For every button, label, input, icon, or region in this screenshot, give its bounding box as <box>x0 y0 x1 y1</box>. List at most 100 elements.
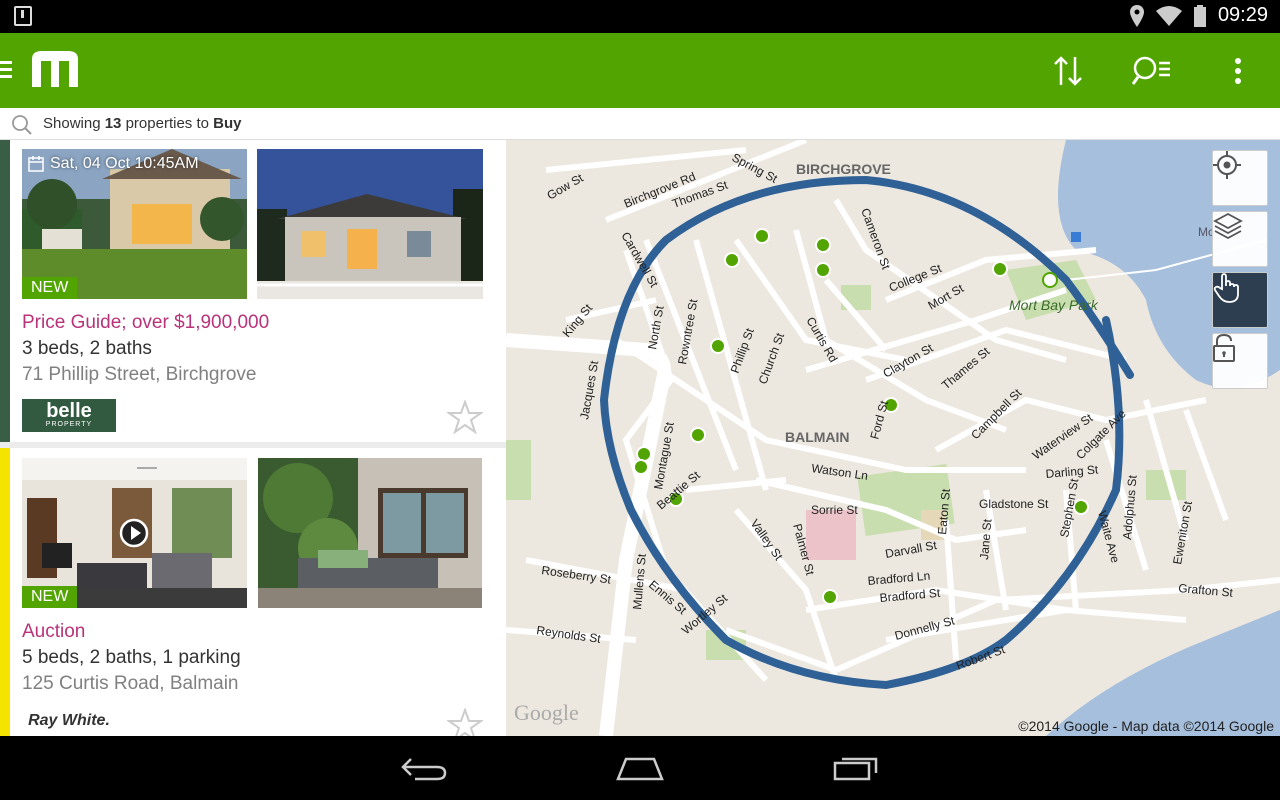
property-marker <box>822 589 838 605</box>
map-label: Waite Ave <box>1095 509 1122 564</box>
download-notification-icon <box>14 6 32 26</box>
location-icon <box>1129 4 1144 27</box>
listing-photo-secondary[interactable] <box>257 149 483 299</box>
agency-name: Ray White. <box>28 712 110 729</box>
listing-address: 125 Curtis Road, Balmain <box>22 673 239 694</box>
property-marker <box>815 262 831 278</box>
map-label: Eaton St <box>935 488 953 536</box>
park-pin-icon <box>1042 272 1058 288</box>
map-label: Phillip St <box>728 326 757 375</box>
listing-pane[interactable]: Sat, 04 Oct 10:45AM NEW Price Guide; ove… <box>0 140 506 736</box>
listing-card[interactable]: Sat, 04 Oct 10:45AM NEW Price Guide; ove… <box>0 140 506 442</box>
search-icon <box>12 115 32 135</box>
map-view[interactable]: BIRCHGROVE BALMAIN Mort Bay Park Mort Go… <box>506 140 1280 736</box>
map-label: Darling St <box>1045 462 1099 481</box>
overflow-menu-icon <box>1235 58 1241 84</box>
property-marker <box>992 261 1008 277</box>
map-label: Jane St <box>977 518 995 560</box>
listing-photo[interactable]: NEW <box>22 458 247 608</box>
favorite-star-icon[interactable] <box>447 400 483 434</box>
map-label: King St <box>560 301 596 340</box>
map-label: Donnelly St <box>893 613 957 643</box>
home-button[interactable] <box>610 750 670 786</box>
map-label: Bradford St <box>879 586 941 605</box>
my-location-button[interactable] <box>1212 150 1268 206</box>
layers-icon <box>1213 212 1243 240</box>
agency-logo: Ray White. <box>22 706 116 736</box>
my-location-icon <box>1213 151 1241 179</box>
property-marker <box>636 446 652 462</box>
menu-icon[interactable] <box>0 61 12 82</box>
map-label: Darvall St <box>884 538 938 561</box>
listing-photo[interactable]: Sat, 04 Oct 10:45AM NEW <box>22 149 247 299</box>
listing-accent-bar <box>0 140 10 442</box>
app-logo <box>32 51 78 87</box>
map-label: Watson Ln <box>811 461 869 483</box>
results-count: 13 <box>104 115 122 132</box>
filter-icon <box>1132 56 1170 85</box>
map-label: Robert St <box>954 642 1007 673</box>
listing-accent-bar <box>0 448 10 736</box>
clock: 09:29 <box>1217 4 1268 26</box>
property-marker <box>815 237 831 253</box>
school-area <box>806 510 856 560</box>
map-label: Reynolds St <box>536 623 603 646</box>
listing-card[interactable]: NEW Auction 5 beds, 2 baths, 1 parking 1… <box>0 448 506 736</box>
system-nav-bar <box>0 736 1280 800</box>
unlock-icon <box>1213 334 1235 362</box>
status-bar: 09:29 <box>0 0 1280 33</box>
play-video-icon[interactable] <box>119 518 149 548</box>
map-label: Sorrie St <box>811 503 858 517</box>
map-label: Ford St <box>867 399 891 441</box>
summary-prefix: Showing <box>43 115 101 132</box>
map-label: Jacques St <box>577 359 601 421</box>
property-marker <box>724 252 740 268</box>
agency-logo: belle PROPERTY <box>22 399 116 432</box>
property-marker <box>633 459 649 475</box>
agency-name: belle <box>46 400 92 422</box>
back-icon <box>401 758 447 781</box>
map-label: Church St <box>756 330 788 386</box>
map-label: Eweniton St <box>1170 499 1195 565</box>
map-label: Bradford Ln <box>867 569 931 588</box>
calendar-icon <box>28 156 44 172</box>
map-label: Campbell St <box>968 386 1025 443</box>
results-summary-bar[interactable]: Showing 13 properties to Buy <box>0 108 1280 140</box>
overflow-menu-button[interactable] <box>1216 49 1260 93</box>
favorite-star-icon[interactable] <box>447 708 483 736</box>
map-copyright: ©2014 Google - Map data ©2014 Google <box>1018 718 1274 734</box>
map-label: BIRCHGROVE <box>796 161 891 177</box>
agency-subname: PROPERTY <box>45 421 93 428</box>
listing-photo-secondary[interactable] <box>258 458 482 608</box>
draw-area-button[interactable] <box>1212 272 1268 328</box>
new-badge: NEW <box>22 586 78 608</box>
sort-icon <box>1054 56 1082 86</box>
listing-address: 71 Phillip Street, Birchgrove <box>22 364 257 385</box>
wifi-icon <box>1155 5 1182 26</box>
ferry-icon <box>1071 232 1081 242</box>
search-mode: Buy <box>213 115 242 132</box>
recent-apps-icon <box>833 757 878 781</box>
inspection-time: Sat, 04 Oct 10:45AM <box>28 155 199 173</box>
map-label: Gow St <box>545 170 587 202</box>
listing-specs: 5 beds, 2 baths, 1 parking <box>22 647 241 668</box>
layers-button[interactable] <box>1212 211 1268 267</box>
property-marker <box>710 338 726 354</box>
property-marker <box>690 427 706 443</box>
summary-middle: properties to <box>125 115 209 132</box>
property-marker <box>754 228 770 244</box>
listing-price: Auction <box>22 621 86 642</box>
map-label: Cameron St <box>858 206 893 272</box>
filter-button[interactable] <box>1130 49 1174 93</box>
new-badge: NEW <box>22 277 78 299</box>
results-summary-text: Showing 13 properties to Buy <box>43 115 241 132</box>
sort-button[interactable] <box>1046 49 1090 93</box>
listing-specs: 3 beds, 2 baths <box>22 338 152 359</box>
home-icon <box>616 757 664 781</box>
map-label: Valley St <box>748 517 787 564</box>
lock-map-button[interactable] <box>1212 333 1268 389</box>
draw-hand-icon <box>1213 273 1239 303</box>
recent-apps-button[interactable] <box>826 750 886 786</box>
map-label: Mort Bay Park <box>1009 297 1099 313</box>
back-button[interactable] <box>394 750 454 786</box>
